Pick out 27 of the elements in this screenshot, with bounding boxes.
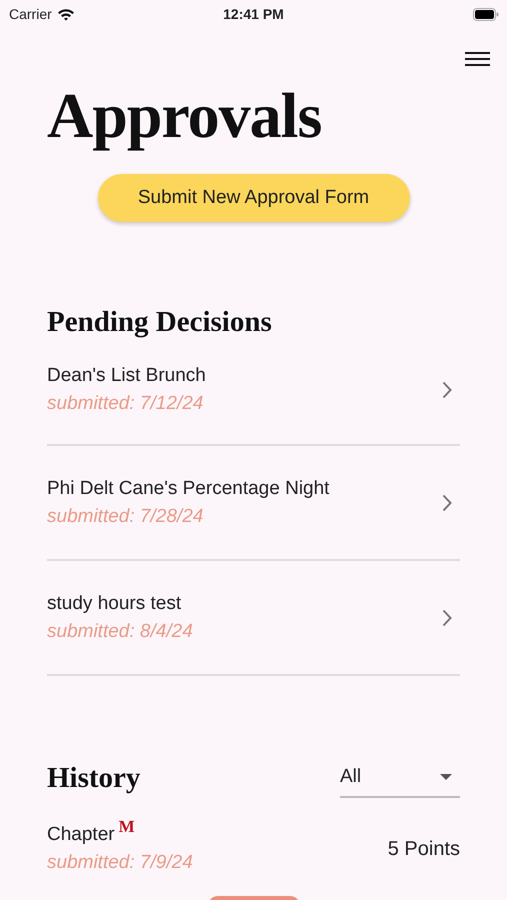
clock-time: 12:41 PM <box>223 6 284 22</box>
caret-icon <box>440 774 452 780</box>
m-mark-label: M <box>118 817 135 837</box>
section-heading: History <box>47 761 140 796</box>
page-title: Approvals <box>47 79 322 153</box>
approval-row[interactable]: Dean's List Brunch submitted: 7/12/24 <box>47 350 460 446</box>
approval-row[interactable]: Phi Delt Cane's Percentage Night submitted: 7/28/24 <box>47 446 460 561</box>
chevron-icon <box>442 494 452 512</box>
carrier-label: Carrier <box>9 6 52 22</box>
menu-icon[interactable] <box>465 52 490 66</box>
chevron-icon <box>442 608 452 626</box>
submitted-date: submitted: 8/4/24 <box>47 620 193 642</box>
chevron-icon <box>442 381 452 399</box>
section-heading: Pending Decisions <box>47 305 273 340</box>
history-name: Chapter <box>47 824 115 846</box>
filter-dropdown[interactable]: All <box>340 766 460 798</box>
battery-icon <box>473 8 499 20</box>
approval-name: Phi Delt Cane's Percentage Night <box>47 478 330 500</box>
approval-name: Dean's List Brunch <box>47 365 206 387</box>
approval-name: study hours test <box>47 592 182 614</box>
submit-form-button[interactable]: Submit New Approval Form <box>98 174 410 222</box>
submitted-date: submitted: 7/12/24 <box>47 393 204 415</box>
wifi-icon <box>56 8 75 20</box>
approval-row[interactable]: study hours test submitted: 8/4/24 <box>47 561 460 676</box>
submitted-date: submitted: 7/28/24 <box>47 506 204 528</box>
submitted-date: submitted: 7/9/24 <box>47 852 193 874</box>
points-value: 5 Points <box>388 838 460 860</box>
